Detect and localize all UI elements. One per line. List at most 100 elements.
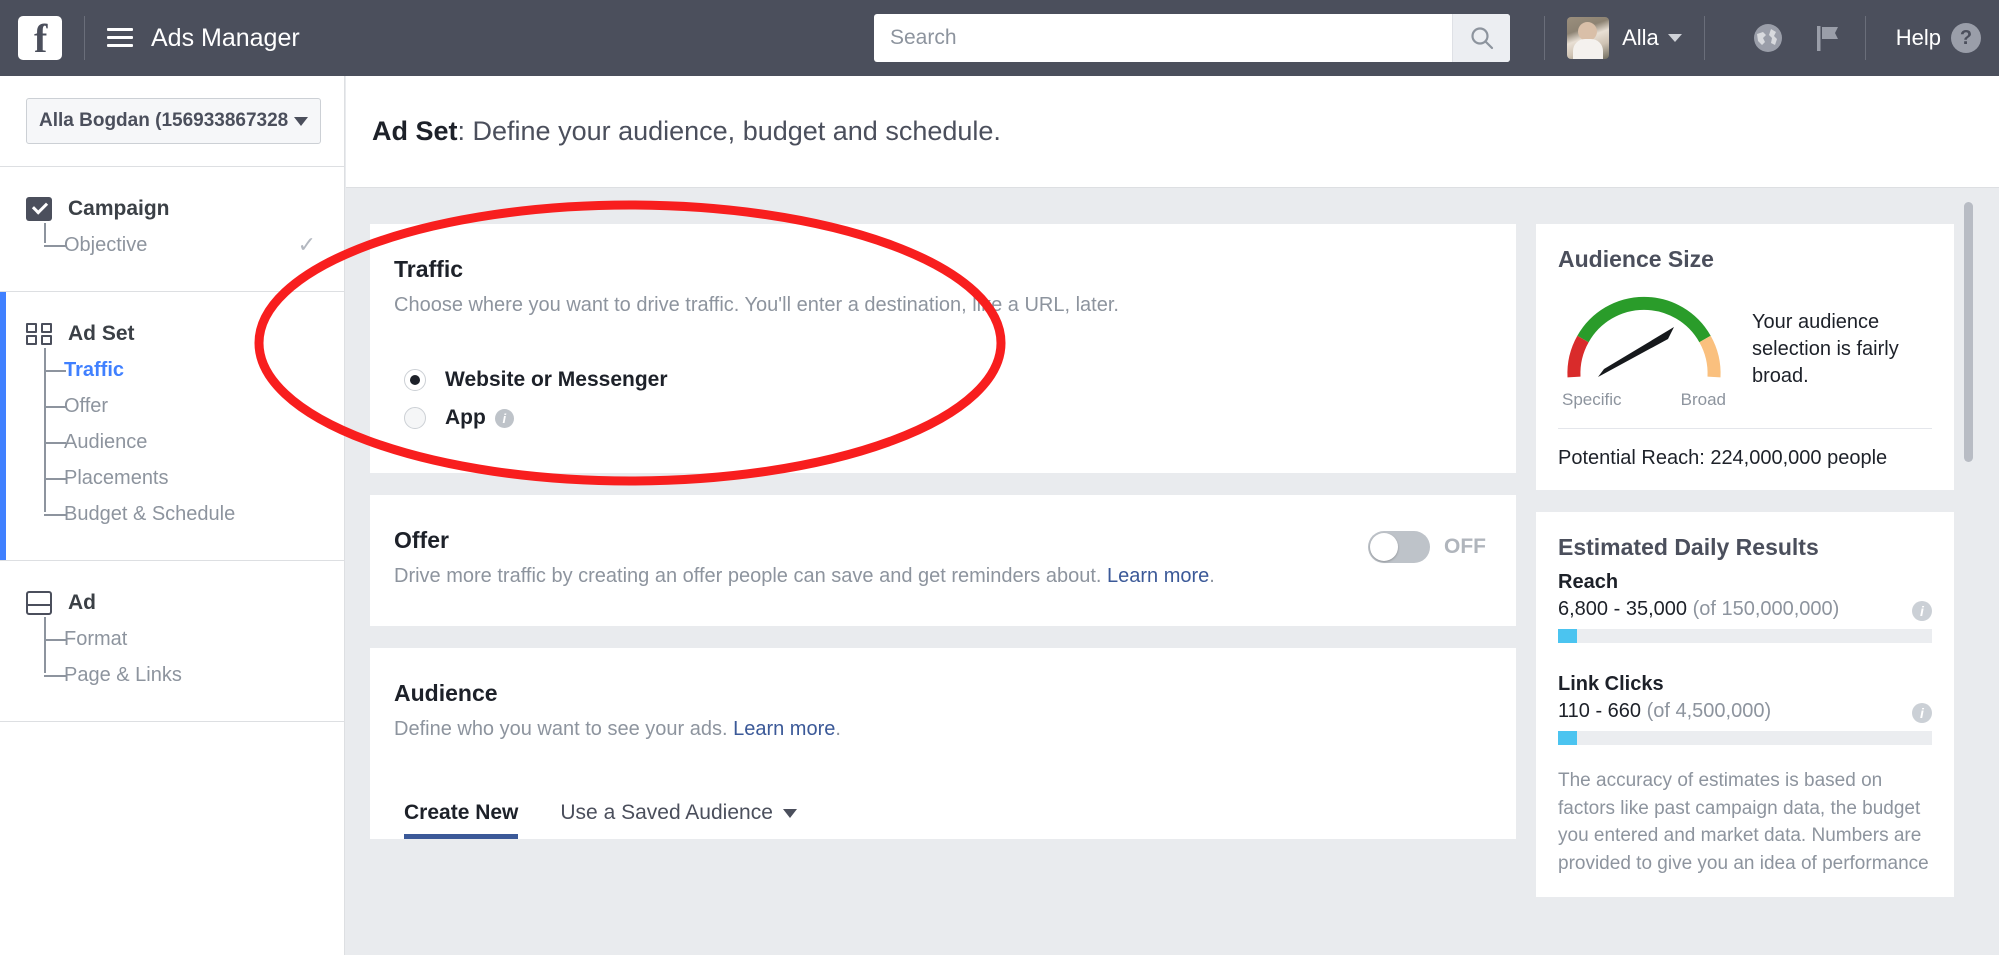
ad-window-icon: [26, 591, 52, 615]
offer-toggle-state: OFF: [1444, 535, 1486, 558]
help-label[interactable]: Help: [1896, 25, 1941, 51]
metric-reach: Reach 6,800 - 35,000 (of 150,000,000) i: [1558, 571, 1932, 643]
tab-label: Use a Saved Audience: [560, 801, 773, 824]
tab-create-new[interactable]: Create New: [404, 801, 519, 839]
search-button[interactable]: [1452, 14, 1510, 62]
flag-icon[interactable]: [1809, 21, 1843, 55]
divider: [1558, 428, 1932, 429]
metric-value: 6,800 - 35,000 (of 150,000,000): [1558, 598, 1932, 621]
sidebar-item-audience[interactable]: Audience: [44, 424, 344, 460]
traffic-card: Traffic Choose where you want to drive t…: [370, 224, 1516, 473]
left-sidebar: Alla Bogdan (15693386732819... Campaign …: [0, 76, 345, 955]
traffic-radio-group: Website or Messenger App i: [394, 361, 1486, 437]
search-icon: [1470, 27, 1493, 50]
gauge-svg: [1567, 296, 1721, 378]
radio-option-app[interactable]: App i: [404, 399, 1486, 437]
rail-scrollbar[interactable]: [1964, 202, 1973, 462]
sidebar-item-objective[interactable]: Objective ✓: [44, 227, 344, 263]
sidebar-section-ad: Ad Format Page & Links: [0, 561, 344, 721]
sidebar-item-label: Objective: [64, 233, 148, 256]
offer-toggle[interactable]: [1368, 531, 1430, 563]
divider: [84, 16, 85, 60]
top-navigation-bar: Ads Manager Alla Help ?: [0, 0, 1999, 76]
traffic-title: Traffic: [394, 256, 464, 282]
radio-button[interactable]: [404, 369, 426, 391]
sidebar-subitems: Traffic Offer Audience Placements Budget…: [0, 348, 344, 532]
sidebar-item-label: Page & Links: [64, 663, 182, 686]
account-selector[interactable]: Alla Bogdan (15693386732819...: [26, 98, 321, 144]
chevron-down-icon: [782, 808, 797, 818]
offer-description-text: Drive more traffic by creating an offer …: [394, 565, 1102, 587]
radio-option-website-or-messenger[interactable]: Website or Messenger: [404, 361, 1486, 399]
offer-toggle-wrap[interactable]: OFF: [1368, 531, 1486, 563]
globe-icon[interactable]: [1751, 21, 1785, 55]
help-question-icon[interactable]: ?: [1951, 23, 1981, 53]
page-header: Ad Set: Define your audience, budget and…: [346, 76, 1999, 188]
sidebar-item-label: Format: [64, 627, 128, 650]
sidebar-item-placements[interactable]: Placements: [44, 460, 344, 496]
metric-progress-bar: [1558, 629, 1932, 643]
check-icon: ✓: [297, 232, 316, 257]
offer-desc-suffix: .: [1209, 565, 1215, 587]
audience-size-card: Audience Size Specific Broad Your audien…: [1536, 224, 1954, 490]
metric-range: 110 - 660: [1558, 700, 1642, 722]
chevron-down-icon[interactable]: [1667, 34, 1682, 42]
offer-learn-more-link[interactable]: Learn more: [1107, 565, 1209, 587]
estimates-title: Estimated Daily Results: [1558, 534, 1819, 560]
traffic-description: Choose where you want to drive traffic. …: [394, 294, 1119, 316]
right-rail: Audience Size Specific Broad Your audien…: [1536, 188, 1976, 919]
search-input[interactable]: [874, 14, 1452, 62]
sidebar-subitems: Objective ✓: [0, 223, 344, 263]
sidebar-item-page-links[interactable]: Page & Links: [44, 657, 344, 693]
offer-description: Drive more traffic by creating an offer …: [394, 563, 1486, 590]
gauge-low-label: Specific: [1562, 390, 1622, 409]
info-icon[interactable]: i: [1912, 703, 1932, 723]
estimates-disclaimer: The accuracy of estimates is based on fa…: [1558, 770, 1929, 874]
hamburger-menu-icon[interactable]: [107, 28, 133, 48]
divider: [0, 721, 344, 722]
settings-column: Traffic Choose where you want to drive t…: [346, 188, 1536, 919]
metric-value: 110 - 660 (of 4,500,000): [1558, 700, 1932, 723]
sidebar-item-budget-schedule[interactable]: Budget & Schedule: [44, 496, 344, 532]
search-box[interactable]: [874, 14, 1510, 62]
sidebar-section-header[interactable]: Campaign: [0, 197, 344, 221]
sidebar-section-label: Campaign: [68, 197, 170, 220]
page-title: Ad Set: Define your audience, budget and…: [372, 116, 1001, 147]
sidebar-item-label: Traffic: [64, 358, 125, 381]
sidebar-section-label: Ad Set: [68, 322, 135, 345]
audience-card: Audience Define who you want to see your…: [370, 648, 1516, 839]
campaign-check-icon: [26, 197, 52, 221]
account-name: Alla Bogdan (15693386732819...: [39, 110, 288, 131]
sidebar-item-label: Audience: [64, 430, 148, 453]
metric-name: Reach: [1558, 571, 1619, 593]
potential-reach: Potential Reach: 224,000,000 people: [1558, 447, 1888, 469]
avatar[interactable]: [1567, 17, 1610, 59]
info-icon[interactable]: i: [494, 408, 514, 428]
audience-tabs: Create New Use a Saved Audience: [394, 801, 1486, 839]
page-title-bold: Ad Set: [372, 116, 458, 146]
sidebar-section-header[interactable]: Ad: [0, 591, 344, 615]
sidebar-section-header[interactable]: Ad Set: [0, 322, 344, 346]
facebook-logo-icon[interactable]: [18, 15, 62, 62]
sidebar-item-label: Placements: [64, 466, 169, 489]
sidebar-item-traffic[interactable]: Traffic: [44, 352, 344, 388]
offer-title: Offer: [394, 527, 449, 553]
page-title-rest: : Define your audience, budget and sched…: [457, 116, 1001, 146]
chevron-down-icon: [294, 116, 308, 126]
metric-total: (of 4,500,000): [1646, 700, 1772, 722]
radio-button[interactable]: [404, 407, 426, 429]
info-icon[interactable]: i: [1912, 601, 1932, 621]
app-title: Ads Manager: [151, 23, 300, 52]
divider: [1703, 16, 1705, 60]
metric-link-clicks: Link Clicks 110 - 660 (of 4,500,000) i: [1558, 673, 1932, 745]
radio-label: App: [445, 406, 486, 429]
tab-use-saved-audience[interactable]: Use a Saved Audience: [560, 801, 797, 839]
user-name[interactable]: Alla: [1622, 25, 1659, 51]
estimated-daily-results-card: Estimated Daily Results Reach 6,800 - 35…: [1536, 512, 1954, 898]
audience-description-text: Define who you want to see your ads.: [394, 718, 728, 740]
sidebar-item-offer[interactable]: Offer: [44, 388, 344, 424]
metric-progress-bar: [1558, 731, 1932, 745]
audience-learn-more-link[interactable]: Learn more: [733, 718, 835, 740]
sidebar-item-format[interactable]: Format: [44, 621, 344, 657]
gauge-high-label: Broad: [1680, 390, 1726, 409]
